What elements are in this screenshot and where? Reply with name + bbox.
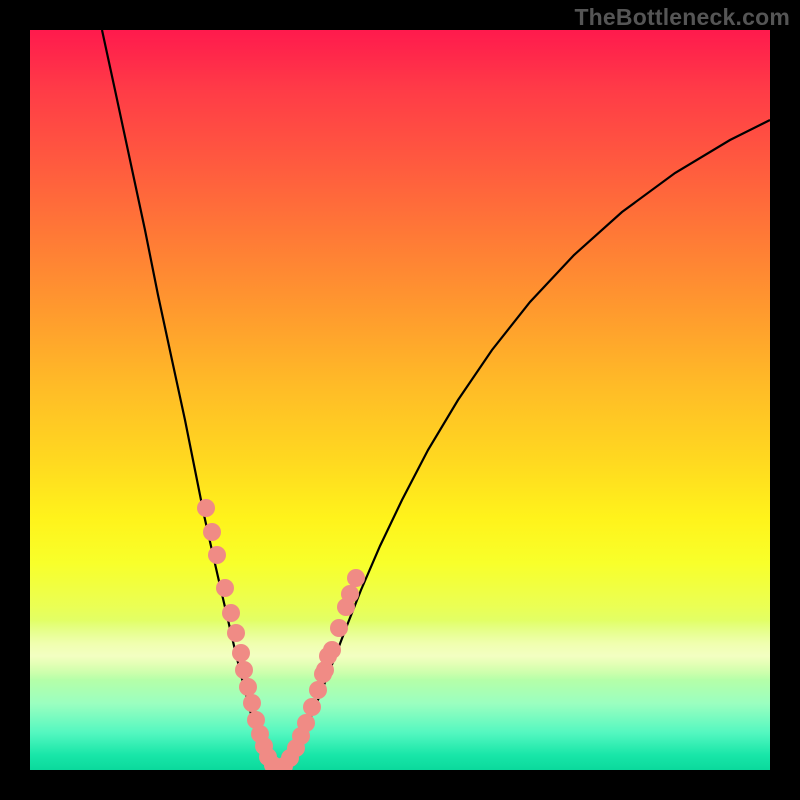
data-marker — [227, 624, 245, 642]
marker-group — [197, 499, 365, 770]
watermark-text: TheBottleneck.com — [574, 4, 790, 31]
data-marker — [341, 585, 359, 603]
data-marker — [235, 661, 253, 679]
data-marker — [216, 579, 234, 597]
plot-area — [30, 30, 770, 770]
data-marker — [314, 665, 332, 683]
data-marker — [347, 569, 365, 587]
right-curve — [274, 120, 770, 770]
left-curve — [102, 30, 274, 770]
data-marker — [222, 604, 240, 622]
data-marker — [319, 647, 337, 665]
chart-frame: TheBottleneck.com — [0, 0, 800, 800]
data-marker — [297, 714, 315, 732]
data-marker — [239, 678, 257, 696]
data-marker — [232, 644, 250, 662]
curve-layer — [30, 30, 770, 770]
data-marker — [203, 523, 221, 541]
data-marker — [303, 698, 321, 716]
data-marker — [208, 546, 226, 564]
data-marker — [197, 499, 215, 517]
data-marker — [309, 681, 327, 699]
data-marker — [243, 694, 261, 712]
data-marker — [330, 619, 348, 637]
